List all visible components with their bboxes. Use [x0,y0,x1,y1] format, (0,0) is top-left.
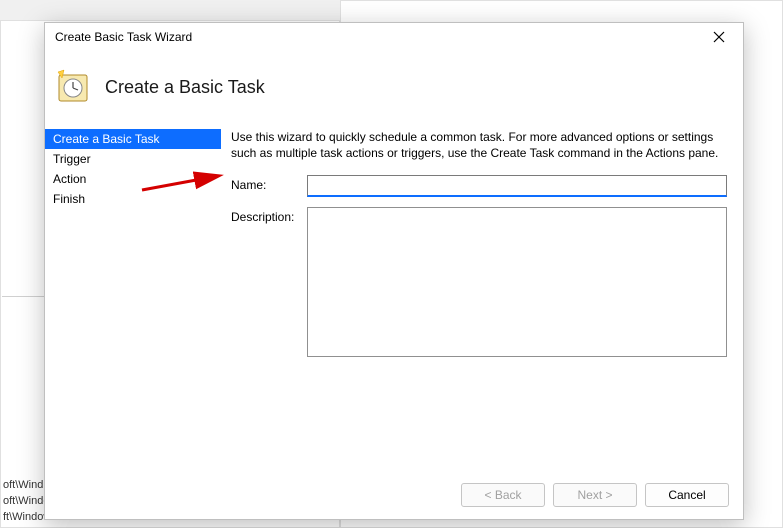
page-title: Create a Basic Task [105,77,265,98]
nav-item-label: Action [53,172,86,186]
dialog-footer: < Back Next > Cancel [45,471,743,519]
wizard-nav: Create a Basic Task Trigger Action Finis… [45,129,221,471]
description-row: Description: [231,207,727,357]
description-input[interactable] [307,207,727,357]
nav-item-label: Trigger [53,152,91,166]
dialog-title: Create Basic Task Wizard [55,30,192,44]
wizard-dialog: Create Basic Task Wizard Create a Basic … [44,22,744,520]
nav-item-label: Finish [53,192,85,206]
instruction-text: Use this wizard to quickly schedule a co… [231,129,727,161]
nav-item-action[interactable]: Action [45,169,221,189]
content-area: Create a Basic Task Trigger Action Finis… [45,129,743,471]
close-button[interactable] [701,27,737,47]
cancel-button[interactable]: Cancel [645,483,729,507]
name-label: Name: [231,175,307,192]
nav-item-finish[interactable]: Finish [45,189,221,209]
titlebar: Create Basic Task Wizard [45,23,743,51]
next-button[interactable]: Next > [553,483,637,507]
name-row: Name: [231,175,727,197]
name-input[interactable] [307,175,727,197]
close-icon [713,31,725,43]
nav-item-create-basic-task[interactable]: Create a Basic Task [45,129,221,149]
clock-task-icon [55,69,91,105]
dialog-header: Create a Basic Task [45,51,743,129]
main-pane: Use this wizard to quickly schedule a co… [221,129,743,471]
description-label: Description: [231,207,307,224]
back-button[interactable]: < Back [461,483,545,507]
nav-item-trigger[interactable]: Trigger [45,149,221,169]
nav-item-label: Create a Basic Task [53,132,160,146]
